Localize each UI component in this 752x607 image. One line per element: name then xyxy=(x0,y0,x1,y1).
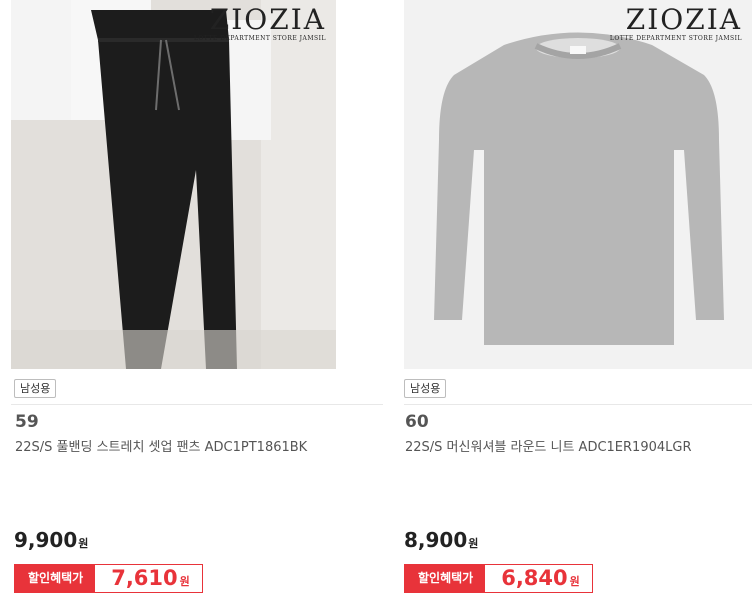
discount-currency: 원 xyxy=(179,575,190,588)
price-value: 9,900 xyxy=(14,528,78,552)
gender-badge: 남성용 xyxy=(14,379,57,398)
brand-logo: ZIOZIA LOTTE DEPARTMENT STORE JAMSIL xyxy=(609,3,742,43)
product-price: 8,900원 xyxy=(404,528,478,552)
product-price: 9,900원 xyxy=(14,528,88,552)
black-pants-image xyxy=(11,0,336,369)
divider xyxy=(11,404,383,405)
price-value: 8,900 xyxy=(404,528,468,552)
product-title[interactable]: 22S/S 머신워셔블 라운드 니트 ADC1ER1904LGR xyxy=(405,436,692,455)
product-card[interactable]: ZIOZIA LOTTE DEPARTMENT STORE JAMSIL 남성용… xyxy=(0,0,383,607)
product-number: 59 xyxy=(15,412,39,432)
grey-sweater-image xyxy=(404,0,752,369)
price-currency: 원 xyxy=(468,537,479,550)
product-card[interactable]: ZIOZIA LOTTE DEPARTMENT STORE JAMSIL 남성용… xyxy=(392,0,752,607)
discount-value: 6,840 xyxy=(501,566,568,590)
gender-badge: 남성용 xyxy=(404,379,447,398)
discount-amount: 6,840 원 xyxy=(485,564,593,593)
price-currency: 원 xyxy=(78,537,89,550)
product-image[interactable]: ZIOZIA LOTTE DEPARTMENT STORE JAMSIL xyxy=(11,0,336,369)
divider xyxy=(404,404,752,405)
discount-amount: 7,610 원 xyxy=(95,564,203,593)
discount-label: 할인혜택가 xyxy=(404,564,486,593)
product-title[interactable]: 22S/S 풀밴딩 스트레치 셋업 팬츠 ADC1PT1861BK xyxy=(15,436,307,455)
brand-logo: ZIOZIA LOTTE DEPARTMENT STORE JAMSIL xyxy=(193,3,326,43)
product-image[interactable]: ZIOZIA LOTTE DEPARTMENT STORE JAMSIL xyxy=(404,0,752,369)
discount-value: 7,610 xyxy=(111,566,178,590)
product-number: 60 xyxy=(405,412,429,432)
discount-price-box: 할인혜택가 7,610 원 xyxy=(14,564,203,593)
discount-currency: 원 xyxy=(569,575,580,588)
discount-price-box: 할인혜택가 6,840 원 xyxy=(404,564,593,593)
discount-label: 할인혜택가 xyxy=(14,564,96,593)
